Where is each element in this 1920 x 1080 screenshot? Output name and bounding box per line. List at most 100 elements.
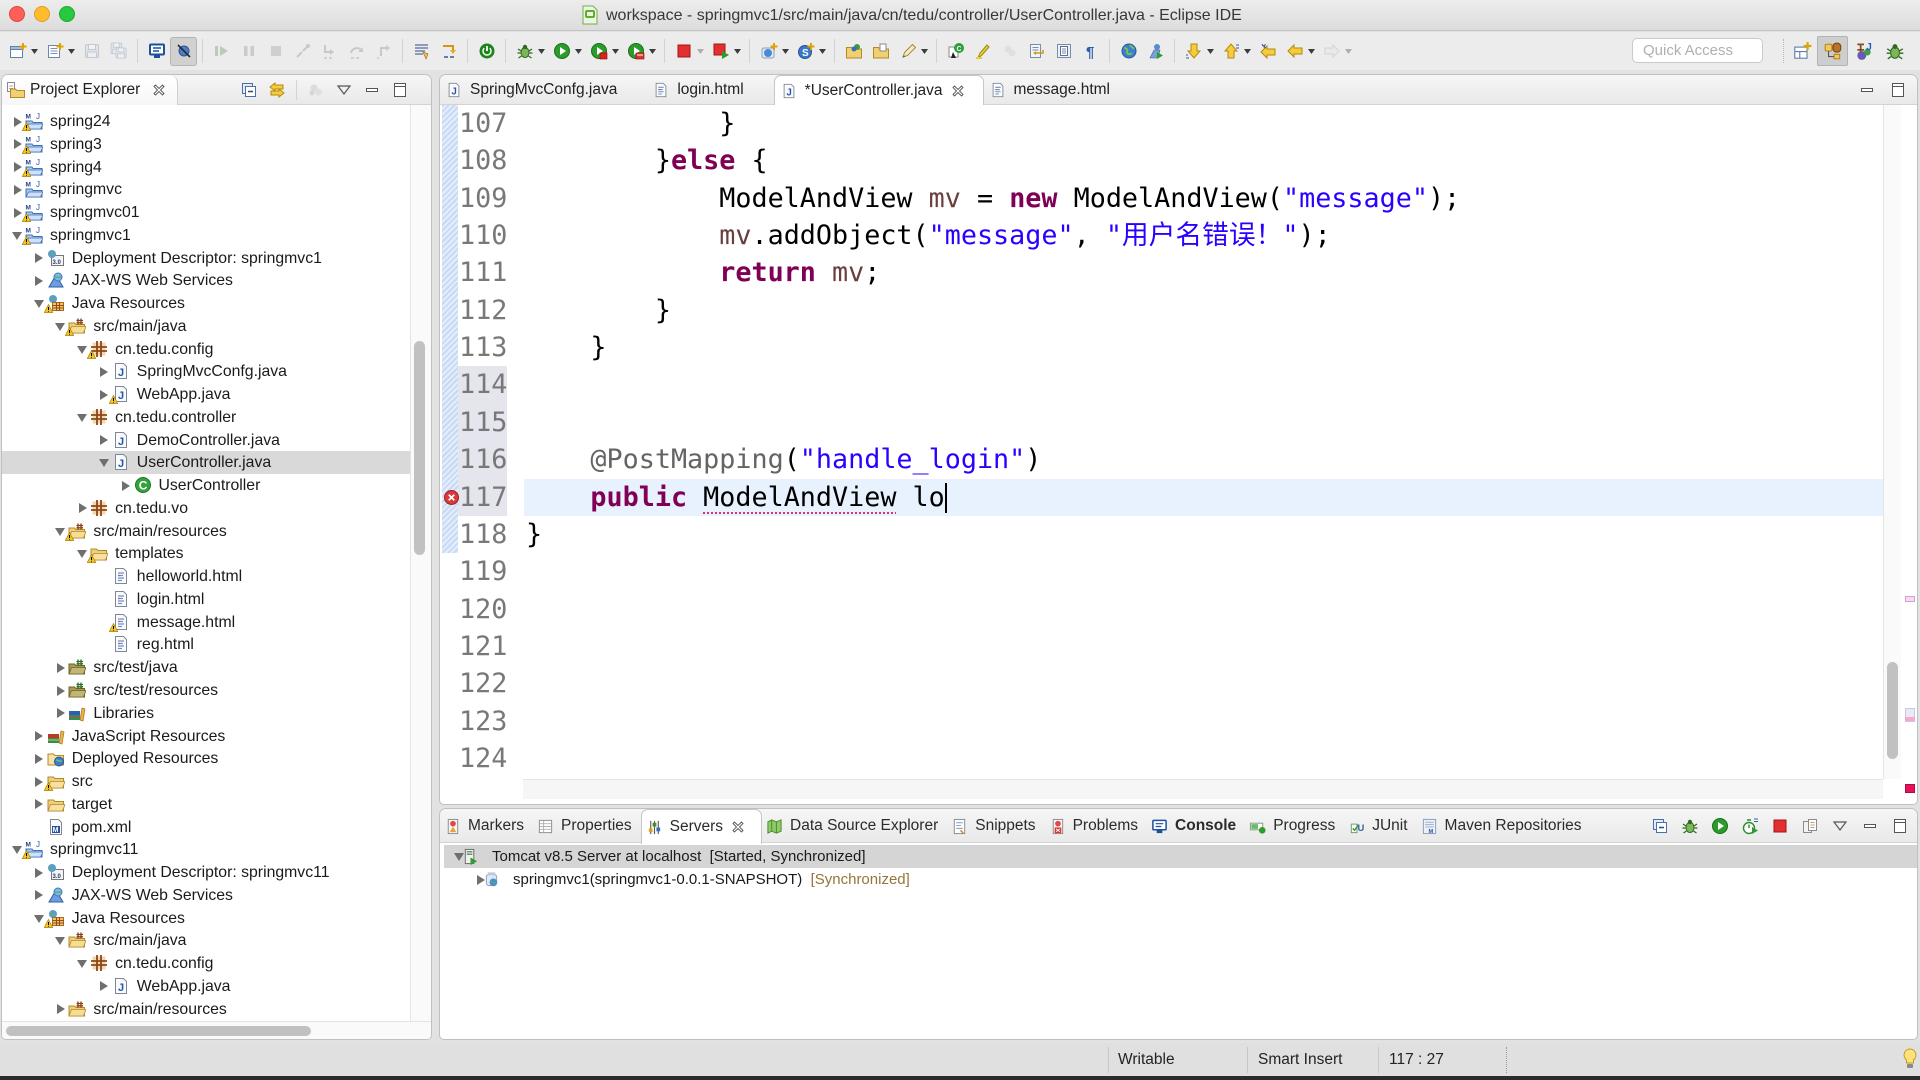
tab-markers[interactable]: Markers bbox=[440, 809, 533, 843]
status-insert-mode[interactable]: Smart Insert bbox=[1258, 1043, 1342, 1076]
launch-server-button[interactable] bbox=[707, 37, 734, 66]
close-tab-button[interactable] bbox=[951, 84, 973, 98]
tree-item[interactable]: target bbox=[2, 793, 410, 816]
debug-perspective-button[interactable] bbox=[1879, 36, 1910, 66]
tree-item[interactable]: src/main/java bbox=[2, 315, 410, 338]
maximize-button[interactable] bbox=[1882, 75, 1913, 105]
tree-item[interactable]: src/test/java bbox=[2, 656, 410, 679]
error-marker-icon[interactable] bbox=[444, 489, 459, 505]
tab-properties[interactable]: Properties bbox=[533, 809, 641, 843]
new-web-project-button[interactable] bbox=[755, 37, 782, 66]
step-over-button[interactable] bbox=[343, 37, 370, 66]
code-line[interactable]: 109 ModelAndView mv = new ModelAndView("… bbox=[440, 180, 1883, 217]
new-spring-starter-button[interactable]: S bbox=[792, 37, 819, 66]
close-tab-button[interactable] bbox=[731, 820, 752, 834]
maximize-button[interactable] bbox=[1885, 809, 1915, 843]
tab-problems[interactable]: Problems bbox=[1045, 809, 1147, 843]
view-menu-button[interactable] bbox=[330, 75, 358, 105]
tree-item[interactable]: src/main/resources bbox=[2, 998, 410, 1021]
editor-vertical-scrollbar[interactable] bbox=[1883, 105, 1901, 779]
maximize-button[interactable] bbox=[386, 75, 414, 105]
scrollbar-thumb[interactable] bbox=[1887, 661, 1898, 760]
open-perspective-button[interactable] bbox=[1786, 36, 1817, 66]
tree-item[interactable]: 3.0 Deployment Descriptor: springmvc1 bbox=[2, 247, 410, 270]
run-last-tool-button[interactable] bbox=[1142, 37, 1169, 66]
next-annotation-button[interactable] bbox=[1180, 37, 1207, 66]
new-spring-starter-dropdown[interactable] bbox=[819, 37, 829, 66]
display-view-button[interactable] bbox=[143, 37, 170, 66]
code-line[interactable]: 114 bbox=[440, 366, 1883, 403]
collapsed-arrow-icon[interactable] bbox=[33, 793, 45, 816]
filters-button[interactable] bbox=[302, 75, 330, 105]
tree-item[interactable]: templates bbox=[2, 542, 410, 565]
tree-item[interactable]: M Jspring4 bbox=[2, 156, 410, 179]
search-dropdown[interactable] bbox=[921, 37, 931, 66]
code-text[interactable]: } bbox=[526, 329, 606, 366]
tab-progress[interactable]: Progress bbox=[1245, 809, 1344, 843]
code-text[interactable]: } bbox=[526, 292, 671, 329]
launch-server-dropdown[interactable] bbox=[734, 37, 744, 66]
toggle-breadcrumb-button[interactable] bbox=[996, 37, 1023, 66]
show-whitespace-button[interactable]: ¶ bbox=[1077, 37, 1104, 66]
run-dropdown[interactable] bbox=[575, 37, 585, 66]
suspend-button[interactable] bbox=[235, 37, 262, 66]
tab-servers[interactable]: Servers bbox=[640, 809, 763, 844]
disconnect-button[interactable] bbox=[289, 37, 316, 66]
code-line[interactable]: 107 } bbox=[440, 105, 1883, 142]
collapsed-arrow-icon[interactable] bbox=[54, 998, 66, 1021]
code-line[interactable]: 120 bbox=[440, 591, 1883, 628]
coverage-dropdown[interactable] bbox=[612, 37, 622, 66]
collapsed-arrow-icon[interactable] bbox=[33, 247, 45, 270]
collapsed-arrow-icon[interactable] bbox=[54, 702, 66, 725]
profile-server-button[interactable] bbox=[1735, 809, 1765, 843]
tree-item[interactable]: cn.tedu.vo bbox=[2, 497, 410, 520]
tree-item[interactable]: J WebApp.java bbox=[2, 975, 410, 998]
run-button[interactable] bbox=[548, 37, 575, 66]
collapsed-arrow-icon[interactable] bbox=[33, 725, 45, 748]
collapsed-arrow-icon[interactable] bbox=[33, 884, 45, 907]
tree-item[interactable]: login.html bbox=[2, 588, 410, 611]
editor-horizontal-scrollbar[interactable] bbox=[523, 779, 1883, 799]
stop-server-button[interactable] bbox=[1765, 809, 1795, 843]
next-annotation-dropdown[interactable] bbox=[1207, 37, 1217, 66]
tree-item[interactable]: helloworld.html bbox=[2, 565, 410, 588]
tree-item[interactable]: M Jspring3 bbox=[2, 133, 410, 156]
minimize-button[interactable] bbox=[358, 75, 386, 105]
tree-item[interactable]: Java Resources bbox=[2, 907, 410, 930]
toggle-block-selection-button[interactable] bbox=[1050, 37, 1077, 66]
tree-item[interactable]: src/main/resources bbox=[2, 520, 410, 543]
tree-item[interactable]: M Jspring24 bbox=[2, 110, 410, 133]
code-line[interactable]: 118} bbox=[440, 516, 1883, 553]
start-server-button[interactable] bbox=[1705, 809, 1735, 843]
tree-item[interactable]: cn.tedu.config bbox=[2, 952, 410, 975]
explorer-horizontal-scrollbar[interactable] bbox=[2, 1021, 431, 1039]
new-web-project-dropdown[interactable] bbox=[782, 37, 792, 66]
coverage-button[interactable] bbox=[585, 37, 612, 66]
error-summary-indicator[interactable] bbox=[1905, 784, 1915, 793]
tab-data-source[interactable]: Data Source Explorer bbox=[762, 809, 947, 843]
tree-item[interactable]: J WebApp.java bbox=[2, 383, 410, 406]
tree-item[interactable]: J DemoController.java bbox=[2, 429, 410, 452]
open-java-class-button[interactable]: C bbox=[942, 37, 969, 66]
code-text[interactable]: return mv; bbox=[526, 254, 880, 291]
tree-item[interactable]: M Jspringmvc01 bbox=[2, 201, 410, 224]
editor-tab[interactable]: login.html bbox=[647, 75, 773, 105]
project-tree[interactable]: M Jspring24 M Jspring3 M Jspring4 M Jspringmvc M… bbox=[2, 105, 410, 1021]
tab-snippets[interactable]: Snippets bbox=[947, 809, 1044, 843]
editor-tab[interactable]: message.html bbox=[984, 75, 1140, 105]
overview-annotation-marker[interactable] bbox=[1905, 596, 1915, 602]
scrollbar-thumb[interactable] bbox=[6, 1026, 311, 1036]
collapsed-arrow-icon[interactable] bbox=[120, 474, 132, 497]
collapsed-arrow-icon[interactable] bbox=[54, 656, 66, 679]
collapse-all-button[interactable] bbox=[1645, 809, 1675, 843]
code-line[interactable]: 113 } bbox=[440, 329, 1883, 366]
window-close-button[interactable] bbox=[9, 6, 25, 22]
previous-annotation-dropdown[interactable] bbox=[1244, 37, 1254, 66]
java-perspective-button[interactable]: J bbox=[1848, 36, 1879, 66]
window-zoom-button[interactable] bbox=[59, 6, 75, 22]
collapsed-arrow-icon[interactable] bbox=[54, 679, 66, 702]
tree-item[interactable]: C UserController bbox=[2, 474, 410, 497]
code-line[interactable]: 115 bbox=[440, 404, 1883, 441]
code-line[interactable]: 110 mv.addObject("message", "用户名错误！"); bbox=[440, 217, 1883, 254]
lightbulb-icon[interactable] bbox=[1903, 1048, 1917, 1070]
